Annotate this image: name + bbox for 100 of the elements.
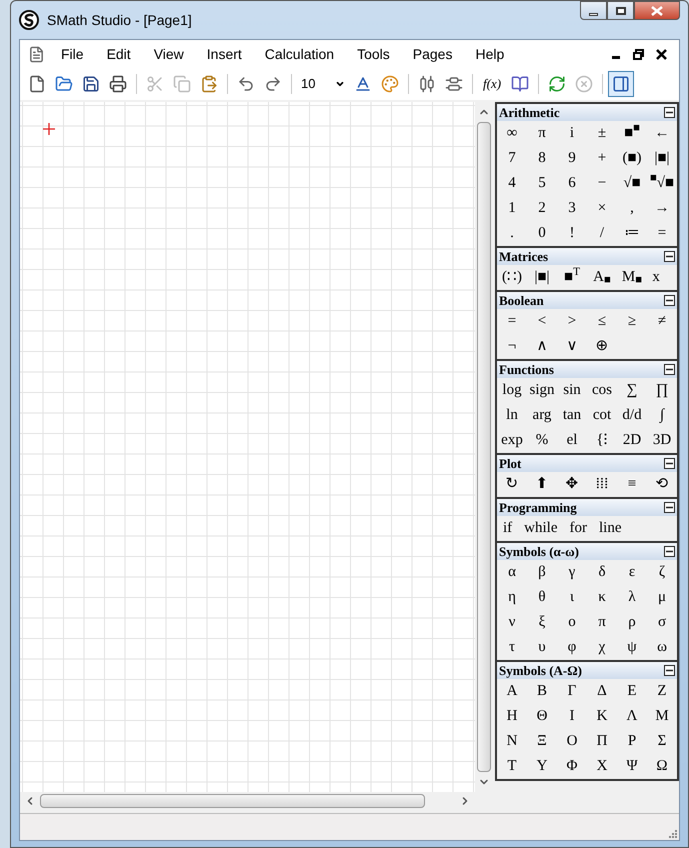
palette-item[interactable]: Π <box>587 730 617 752</box>
palette-item[interactable]: → <box>647 198 677 220</box>
restore-document-icon[interactable] <box>633 48 644 60</box>
menu-item[interactable]: Edit <box>106 44 131 64</box>
palette-item[interactable]: Θ <box>527 706 557 728</box>
menu-item[interactable]: Insert <box>206 44 242 64</box>
palette-item[interactable]: κ <box>587 586 617 608</box>
collapse-icon[interactable] <box>664 665 675 676</box>
palette-item[interactable]: Κ <box>587 706 617 728</box>
palette-item[interactable]: ≥ <box>617 310 647 332</box>
palette-item[interactable]: χ <box>587 636 617 658</box>
palette-item[interactable]: $^{■}$√■ <box>647 172 677 194</box>
collapse-icon[interactable] <box>664 251 675 262</box>
function-button[interactable]: f(x) <box>478 72 506 96</box>
palette-item[interactable]: λ <box>617 586 647 608</box>
palette-item[interactable]: Χ <box>587 756 617 778</box>
palette-item[interactable]: ψ <box>617 636 647 658</box>
palette-item[interactable]: δ <box>587 562 617 584</box>
palette-item[interactable]: ≤ <box>587 310 617 332</box>
palette-item[interactable]: 0 <box>527 222 557 244</box>
palette-item[interactable]: while <box>518 518 564 540</box>
palette-item[interactable]: × <box>587 198 617 220</box>
palette-item[interactable]: Ο <box>557 730 587 752</box>
palette-item[interactable]: π <box>527 122 557 144</box>
scrollbar-thumb[interactable] <box>476 122 490 772</box>
collapse-icon[interactable] <box>664 364 675 375</box>
palette-item[interactable]: ω <box>647 636 677 658</box>
maximize-button[interactable] <box>607 1 634 20</box>
palette-item[interactable]: arg <box>527 404 557 426</box>
palette-item[interactable]: γ <box>557 562 587 584</box>
scrollbar-thumb[interactable] <box>40 794 425 808</box>
collapse-icon[interactable] <box>664 458 675 469</box>
palette-item[interactable]: i <box>557 122 587 144</box>
palette-item[interactable]: (∷) <box>497 266 527 288</box>
palette-item[interactable]: σ <box>647 612 677 634</box>
side-panel-button[interactable] <box>608 71 634 97</box>
palette-item[interactable]: Φ <box>557 756 587 778</box>
resize-grip-icon[interactable] <box>667 828 677 838</box>
palette-item[interactable]: ■$^{■}$ <box>617 122 647 144</box>
palette-item[interactable]: A$_{■}$ <box>587 266 617 288</box>
palette-item[interactable]: > <box>557 310 587 332</box>
palette-item[interactable]: Ζ <box>647 680 677 702</box>
palette-item[interactable]: ≡ <box>617 474 647 496</box>
palette-item[interactable]: √■ <box>617 172 647 194</box>
menu-item[interactable]: File <box>61 44 84 64</box>
palette-item[interactable]: Ν <box>497 730 527 752</box>
palette-item[interactable]: cot <box>587 404 617 426</box>
palette-item[interactable]: ο <box>557 612 587 634</box>
palette-item[interactable]: ρ <box>617 612 647 634</box>
palette-item[interactable]: ≔ <box>617 222 647 244</box>
palette-item[interactable]: |■| <box>527 266 557 288</box>
palette-item[interactable]: ↻ <box>497 474 527 496</box>
palette-item[interactable]: 4 <box>497 172 527 194</box>
palette-item[interactable]: Δ <box>587 680 617 702</box>
palette-item[interactable]: x⃗ <box>647 266 677 288</box>
palette-item[interactable]: Ξ <box>527 730 557 752</box>
palette-item[interactable]: Η <box>497 706 527 728</box>
palette-item[interactable]: Ε <box>617 680 647 702</box>
palette-item[interactable]: / <box>587 222 617 244</box>
palette-item[interactable]: line <box>593 518 628 540</box>
palette-item[interactable]: α <box>497 562 527 584</box>
palette-item[interactable]: sign <box>527 380 557 402</box>
palette-item[interactable]: + <box>587 148 617 170</box>
palette-item[interactable]: Υ <box>527 756 557 778</box>
palette-item[interactable]: ∑ <box>617 380 647 402</box>
palette-item[interactable]: = <box>497 310 527 332</box>
palette-item[interactable]: Ι <box>557 706 587 728</box>
menu-item[interactable]: Calculation <box>264 44 334 64</box>
palette-item[interactable]: Λ <box>617 706 647 728</box>
collapse-icon[interactable] <box>664 546 675 557</box>
palette-item[interactable]: β <box>527 562 557 584</box>
palette-item[interactable]: 5 <box>527 172 557 194</box>
palette-item[interactable]: (■) <box>617 148 647 170</box>
palette-item[interactable]: ∧ <box>527 336 557 358</box>
palette-item[interactable]: μ <box>647 586 677 608</box>
palette-item[interactable]: Γ <box>557 680 587 702</box>
palette-item[interactable]: ι <box>557 586 587 608</box>
palette-item[interactable]: ⁞⁞⁞ <box>587 474 617 496</box>
palette-item[interactable]: = <box>647 222 677 244</box>
palette-item[interactable]: ζ <box>647 562 677 584</box>
palette-item[interactable]: ⊕ <box>587 336 617 358</box>
palette-item[interactable]: − <box>587 172 617 194</box>
palette-item[interactable]: |■| <box>647 148 677 170</box>
collapse-icon[interactable] <box>664 295 675 306</box>
palette-item[interactable]: exp <box>497 430 527 452</box>
palette-item[interactable]: ± <box>587 122 617 144</box>
collapse-icon[interactable] <box>664 107 675 118</box>
palette-item[interactable]: Τ <box>497 756 527 778</box>
palette-item[interactable]: 9 <box>557 148 587 170</box>
palette-item[interactable]: log <box>497 380 527 402</box>
menu-item[interactable]: Help <box>475 44 504 64</box>
palette-item[interactable]: ← <box>647 122 677 144</box>
palette-item[interactable]: 6 <box>557 172 587 194</box>
palette-item[interactable]: Α <box>497 680 527 702</box>
menu-item[interactable]: View <box>154 44 184 64</box>
palette-item[interactable]: ⟲ <box>647 474 677 496</box>
palette-item[interactable]: ∨ <box>557 336 587 358</box>
palette-item[interactable]: τ <box>497 636 527 658</box>
palette-item[interactable]: d/d <box>617 404 647 426</box>
palette-item[interactable]: ¬ <box>497 336 527 358</box>
